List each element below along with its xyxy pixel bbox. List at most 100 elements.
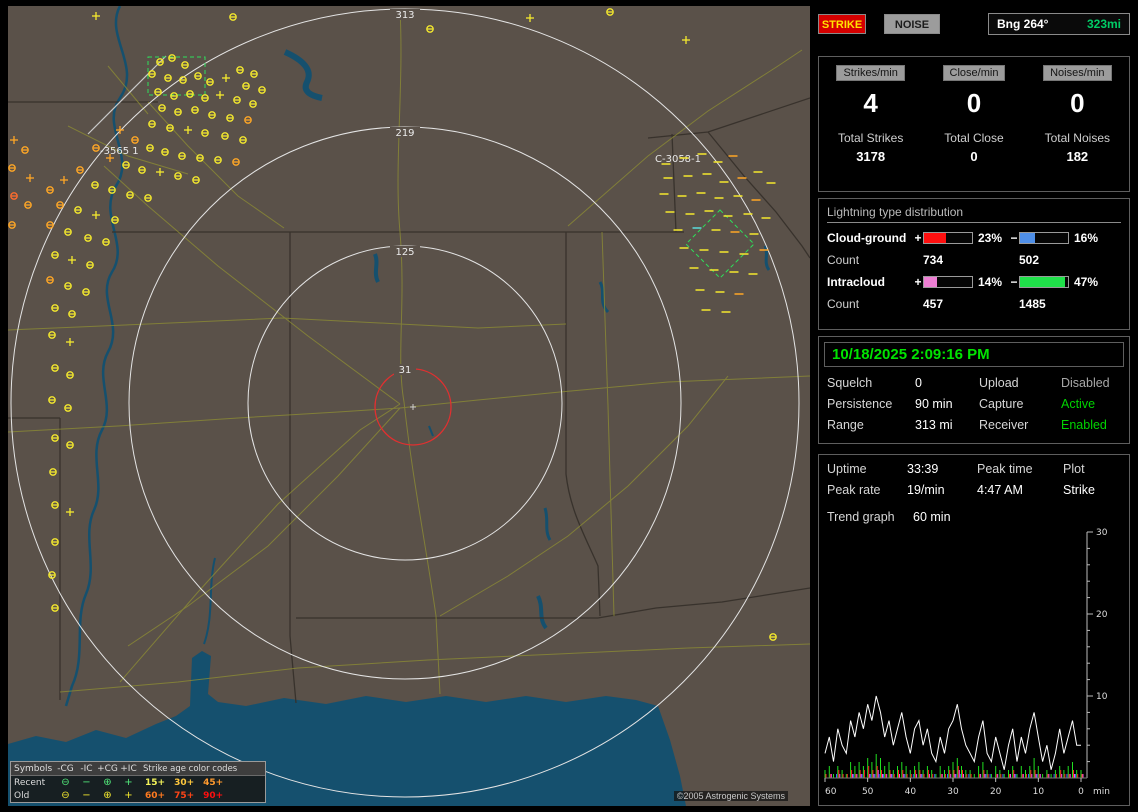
minus-sign: − xyxy=(1010,275,1018,289)
close-per-min-label: Close/min xyxy=(942,65,1006,81)
circle-minus-icon: ⊖ xyxy=(61,789,70,801)
strike-symbol-cm xyxy=(229,13,237,21)
capture-value: Active xyxy=(1061,397,1096,411)
strike-symbol-p xyxy=(68,256,76,264)
copyright-text: ©2005 Astrogenic Systems xyxy=(673,791,788,801)
range-label: Range xyxy=(827,418,864,432)
svg-text:0: 0 xyxy=(1078,787,1084,797)
strike-symbol-p xyxy=(92,12,100,20)
trend-graph-window: 60 min xyxy=(913,510,951,524)
noises-per-min-column: Noises/min 0 Total Noises 182 xyxy=(1026,65,1129,191)
bearing-readout: Bng 264° 323mi xyxy=(988,13,1130,35)
legend-col-cg-pos: +CG xyxy=(97,763,118,774)
strike-symbol-cm xyxy=(51,501,59,509)
strike-symbol-cm xyxy=(226,114,234,122)
ic-negative-gauge xyxy=(1019,276,1069,288)
persistence-value: 90 min xyxy=(915,397,953,411)
cloud-ground-label: Cloud-ground xyxy=(827,231,907,245)
noise-mode-button[interactable]: NOISE xyxy=(884,14,940,34)
strike-symbol-cm xyxy=(192,176,200,184)
strike-symbol-cm xyxy=(91,181,99,189)
nexstorm-app-window: 313 219 125 31 -3565 1 C-3058-1 Symbols … xyxy=(0,0,1138,812)
strike-symbol-cm xyxy=(426,25,434,33)
ring-label-313: 313 xyxy=(395,10,414,21)
total-noises-value: 182 xyxy=(1066,149,1089,164)
count-label: Count xyxy=(827,253,860,267)
total-close-label: Total Close xyxy=(944,131,1004,145)
total-noises-label: Total Noises xyxy=(1044,131,1110,145)
svg-text:40: 40 xyxy=(905,787,917,797)
strike-symbol-p xyxy=(66,338,74,346)
intracloud-count-row: Count 457 1485 xyxy=(827,297,1121,311)
trend-type-bars xyxy=(824,754,1084,778)
strike-symbol-cm xyxy=(51,304,59,312)
svg-text:20: 20 xyxy=(1096,610,1108,620)
strike-symbol-cm xyxy=(244,116,252,124)
strike-symbol-cm xyxy=(68,310,76,318)
strike-symbol-cm xyxy=(51,604,59,612)
rates-section: Strikes/min 4 Total Strikes 3178 Close/m… xyxy=(818,56,1130,192)
cg-positive-count: 734 xyxy=(923,253,944,267)
strike-symbol-cm xyxy=(131,136,139,144)
strike-symbol-p xyxy=(26,174,34,182)
ic-positive-pct: 14% xyxy=(978,275,1003,289)
strike-symbol-cm xyxy=(194,72,202,80)
plus-icon: + xyxy=(124,789,133,801)
strike-symbol-cm xyxy=(168,54,176,62)
capture-label: Capture xyxy=(979,397,1024,411)
strike-symbol-cm xyxy=(146,144,154,152)
strike-symbol-cm xyxy=(214,156,222,164)
map-canvas: 313 219 125 31 -3565 1 C-3058-1 xyxy=(8,6,810,806)
svg-text:30: 30 xyxy=(947,787,959,797)
strike-symbol-p xyxy=(60,176,68,184)
trend-rate-line xyxy=(824,695,1081,770)
ic-negative-pct: 47% xyxy=(1074,275,1099,289)
close-per-min-value: 0 xyxy=(966,88,982,118)
strike-symbol-cm xyxy=(48,331,56,339)
status-panel: STRIKE NOISE Bng 264° 323mi Strikes/min … xyxy=(818,6,1130,806)
roads xyxy=(8,9,810,695)
plus-icon: + xyxy=(124,776,133,788)
strike-symbol-cm xyxy=(769,633,777,641)
strike-symbol-cm xyxy=(74,206,82,214)
strike-symbol-cm xyxy=(122,161,130,169)
circle-plus-icon: ⊕ xyxy=(103,776,112,788)
strike-symbol-cm xyxy=(21,146,29,154)
strike-symbol-cm xyxy=(51,434,59,442)
strike-symbol-cm xyxy=(56,201,64,209)
strike-mode-button[interactable]: STRIKE xyxy=(818,14,866,34)
strike-symbol-cm xyxy=(51,538,59,546)
strike-symbol-cm xyxy=(232,158,240,166)
strike-symbol-p xyxy=(156,168,164,176)
strike-symbol-cm xyxy=(92,144,100,152)
uptime-value: 33:39 xyxy=(907,462,939,476)
minus-sign: − xyxy=(1010,231,1018,245)
legend-age-title: Strike age color codes xyxy=(143,763,238,774)
svg-text:10: 10 xyxy=(1033,787,1045,797)
plot-label: Plot xyxy=(1063,462,1085,476)
ic-negative-count: 1485 xyxy=(1019,297,1046,311)
strike-symbol-cm xyxy=(148,120,156,128)
strike-symbol-cm xyxy=(66,371,74,379)
age-code: 15+ xyxy=(145,777,166,788)
strike-symbol-p xyxy=(66,508,74,516)
strike-symbol-cm xyxy=(76,166,84,174)
bearing-distance: 323mi xyxy=(1086,17,1121,31)
strike-symbol-cm xyxy=(46,276,54,284)
lightning-map[interactable]: 313 219 125 31 -3565 1 C-3058-1 Symbols … xyxy=(8,6,810,806)
circle-plus-icon: ⊕ xyxy=(103,789,112,801)
trend-graph-label: Trend graph xyxy=(827,510,895,524)
strike-symbol-cm xyxy=(126,191,134,199)
datetime-display: 10/18/2025 2:09:16 PM xyxy=(824,342,1124,367)
strike-symbol-cm xyxy=(250,70,258,78)
svg-text:10: 10 xyxy=(1096,692,1108,702)
strike-symbol-cm xyxy=(164,74,172,82)
trend-graph: 10 20 30 60 50 40 30 20 10 0 min xyxy=(824,528,1110,797)
legend-row-recent: Recent ⊖ − ⊕ + 15+ 30+ 45+ xyxy=(14,776,224,788)
strike-symbol-cm xyxy=(239,136,247,144)
ic-positive-gauge xyxy=(923,276,973,288)
uptime-grid: Uptime 33:39 Peak time Plot Peak rate 19… xyxy=(825,462,1123,497)
trend-section: Uptime 33:39 Peak time Plot Peak rate 19… xyxy=(818,454,1130,806)
strike-symbol-cm xyxy=(191,106,199,114)
upload-label: Upload xyxy=(979,376,1019,390)
